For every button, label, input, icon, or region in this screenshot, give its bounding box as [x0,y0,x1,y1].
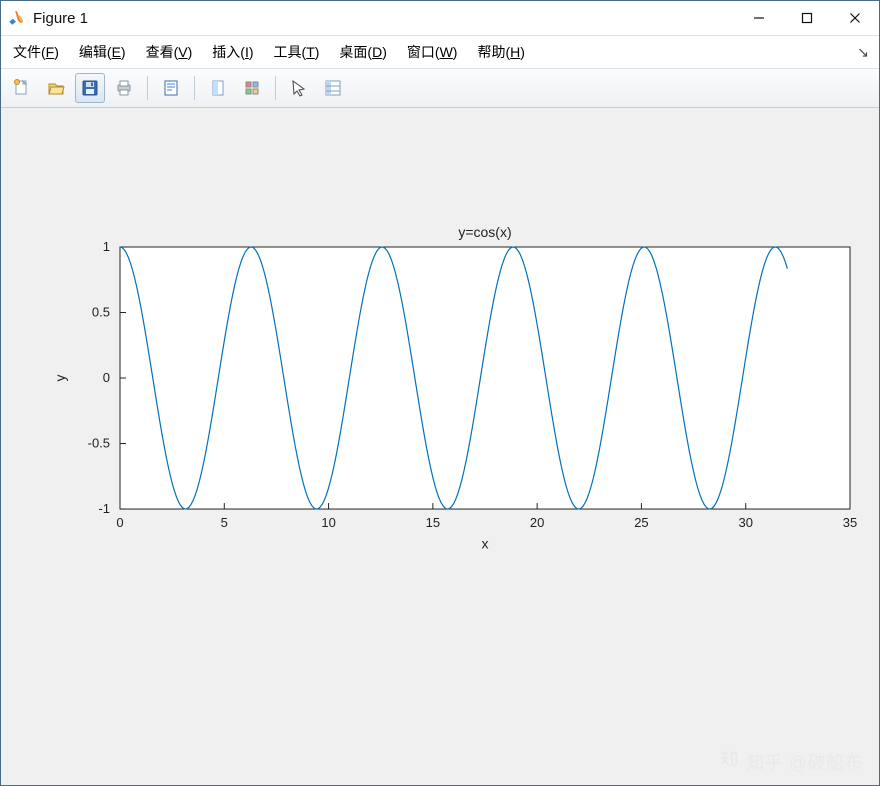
link-axes-button[interactable] [203,73,233,103]
menu-item-v[interactable]: 查看(V) [146,42,193,62]
minimize-button[interactable] [735,1,783,35]
svg-text:25: 25 [634,515,648,530]
print-button[interactable] [109,73,139,103]
menu-item-f[interactable]: 文件(F) [13,42,59,62]
menu-item-e[interactable]: 编辑(E) [79,42,126,62]
svg-text:y=cos(x): y=cos(x) [458,224,511,240]
maximize-button[interactable] [783,1,831,35]
toolbar [1,69,879,108]
figure-client-area: 05101520253035-1-0.500.51y=cos(x)xy 知乎 @… [1,108,879,785]
window-controls [735,1,879,35]
menu-item-h[interactable]: 帮助(H) [477,42,524,62]
titlebar: Figure 1 [1,1,879,36]
insert-colorbar-button[interactable] [237,73,267,103]
property-inspector-button[interactable] [318,73,348,103]
close-button[interactable] [831,1,879,35]
menu-item-w[interactable]: 窗口(W) [407,42,458,62]
svg-text:0.5: 0.5 [92,305,110,320]
svg-text:-0.5: -0.5 [88,436,110,451]
svg-text:10: 10 [321,515,335,530]
toolbar-separator [147,76,148,100]
svg-text:-1: -1 [98,501,110,516]
print-preview-button[interactable] [156,73,186,103]
titlebar-left: Figure 1 [7,9,88,27]
toolbar-separator [275,76,276,100]
menu-item-t[interactable]: 工具(T) [274,42,320,62]
new-figure-button[interactable] [7,73,37,103]
svg-text:y: y [52,375,68,382]
svg-text:x: x [482,536,489,552]
figure-window: Figure 1 文件(F) 编辑(E) 查看(V) 插入(I) 工具(T) 桌面(D) 窗… [0,0,880,786]
toolbar-overflow-icon[interactable]: ↘ [857,44,869,61]
svg-text:0: 0 [103,370,110,385]
window-title: Figure 1 [33,10,88,27]
axes[interactable]: 0 5 10 15 20 25 30 35 -1 -0.5 0 0.5 1 y=cos(x) x y [5,112,875,781]
svg-text:5: 5 [221,515,228,530]
svg-text:15: 15 [426,515,440,530]
svg-text:20: 20 [530,515,544,530]
menubar: 文件(F) 编辑(E) 查看(V) 插入(I) 工具(T) 桌面(D) 窗口(W) 帮助(H)… [1,36,879,69]
figure-canvas[interactable]: 0 5 10 15 20 25 30 35 -1 -0.5 0 0.5 1 y=cos(x) x y [5,112,875,781]
toolbar-separator [194,76,195,100]
svg-text:30: 30 [738,515,752,530]
save-button[interactable] [75,73,105,103]
menu-item-d[interactable]: 桌面(D) [339,42,386,62]
edit-plot-button[interactable] [284,73,314,103]
matlab-icon [7,9,25,27]
menu-item-i[interactable]: 插入(I) [212,42,253,62]
svg-text:0: 0 [116,515,123,530]
svg-text:1: 1 [103,239,110,254]
open-button[interactable] [41,73,71,103]
svg-text:35: 35 [843,515,857,530]
